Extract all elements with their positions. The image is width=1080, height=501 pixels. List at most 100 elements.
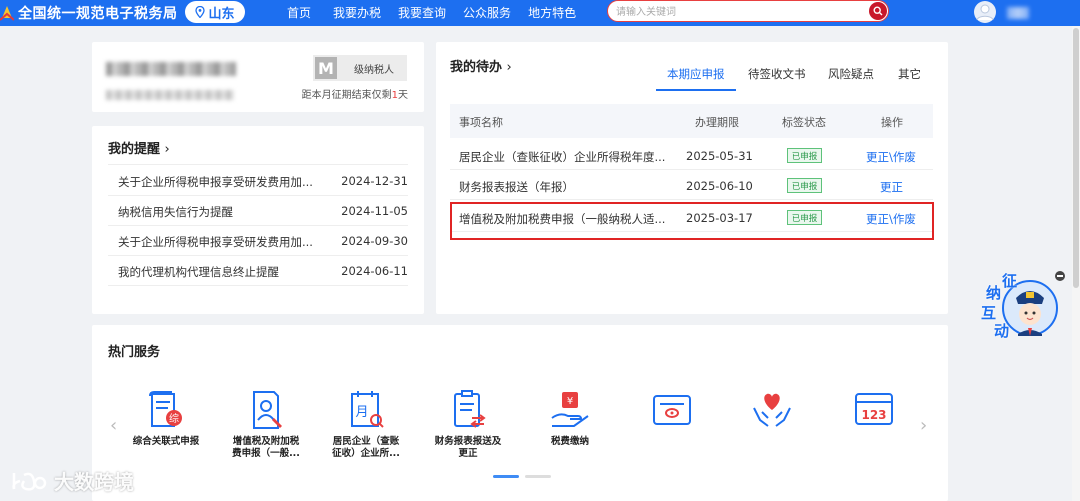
tax-emblem-icon (0, 6, 14, 21)
hot-services-title: 热门服务 (108, 345, 161, 360)
service-comprehensive-declaration[interactable]: 综 综合关联式申报 (121, 388, 211, 448)
number-123-icon: 123 (855, 393, 893, 425)
service-label: 税费缴纳 (550, 436, 589, 447)
username-redacted[interactable] (1007, 7, 1029, 19)
id-card-icon (653, 395, 691, 425)
correct-void-link[interactable]: 更正\作废 (866, 149, 916, 165)
column-operation: 操作 (881, 116, 903, 129)
svg-text:123: 123 (861, 408, 886, 422)
svg-text:月: 月 (355, 405, 368, 420)
watermark-logo-icon (12, 472, 47, 491)
item-name: 财务报表报送（年报） (459, 180, 574, 194)
correct-link[interactable]: 更正 (880, 179, 903, 195)
reminder-item[interactable]: 关于企业所得税申报享受研发费用加... 2024-09-30 (108, 226, 408, 256)
service-corporate-income-tax[interactable]: 月 居民企业（查账 征收）企业所... (321, 388, 411, 460)
todo-title-text: 我的待办 (450, 60, 503, 75)
chevron-right-icon[interactable]: › (920, 415, 927, 436)
todo-table-header: 事项名称 办理期限 标签状态 操作 (450, 104, 933, 138)
carousel-dots (493, 475, 551, 478)
svg-text:综: 综 (169, 412, 179, 425)
deadline-suffix: 天 (398, 90, 408, 101)
site-title[interactable]: 全国统一规范电子税务局 (18, 3, 178, 23)
search-input[interactable] (616, 4, 856, 20)
reminder-title: 关于企业所得税申报享受研发费用加... (118, 235, 313, 249)
reminder-item[interactable]: 纳税信用失信行为提醒 2024-11-05 (108, 196, 408, 226)
item-deadline: 2025-05-31 (686, 149, 753, 163)
todo-card: 我的待办 › 本期应申报 待签收文书 风险疑点 其它 事项名称 办理期限 标签状… (436, 42, 948, 314)
divider (108, 164, 408, 165)
vat-declaration-icon (253, 391, 282, 429)
service-number[interactable]: 123 (829, 388, 919, 460)
main-nav: 首页 我要办税 我要查询 公众服务 地方特色 (287, 4, 576, 21)
nav-do-tax[interactable]: 我要办税 (333, 4, 381, 21)
carousel-dot[interactable] (493, 475, 519, 478)
tax-id-redacted (106, 90, 234, 100)
reminders-title[interactable]: 我的提醒 › (108, 138, 170, 157)
column-deadline: 办理期限 (695, 116, 739, 129)
tab-other[interactable]: 其它 (898, 66, 921, 90)
region-label: 山东 (208, 6, 235, 22)
close-icon[interactable] (1055, 271, 1065, 281)
comprehensive-declaration-icon: 综 (149, 391, 182, 427)
todo-title[interactable]: 我的待办 › (450, 56, 512, 75)
nav-local-feature[interactable]: 地方特色 (528, 4, 576, 21)
chevron-left-icon[interactable]: ‹ (110, 415, 117, 436)
credit-level-badge: M 级纳税人 (313, 55, 407, 81)
top-header: 全国统一规范电子税务局 山东 首页 我要办税 我要查询 公众服务 地方特色 (0, 0, 1080, 26)
region-selector[interactable]: 山东 (185, 1, 245, 23)
service-label-line2: 更正 (458, 448, 478, 459)
company-name-redacted (106, 62, 236, 76)
table-row[interactable]: 财务报表报送（年报） 2025-06-10 已申报 更正 (450, 170, 933, 200)
reminder-item[interactable]: 关于企业所得税申报享受研发费用加... 2024-12-31 (108, 166, 408, 196)
page-scrollbar[interactable] (1072, 26, 1080, 501)
reminder-title: 纳税信用失信行为提醒 (118, 205, 233, 219)
service-id-card[interactable] (627, 388, 717, 460)
scrollbar-thumb[interactable] (1073, 28, 1079, 288)
reminder-date: 2024-09-30 (341, 234, 408, 248)
table-row[interactable]: 居民企业（查账征收）企业所得税年度... 2025-05-31 已申报 更正\作… (450, 140, 933, 170)
chevron-right-icon: › (164, 142, 170, 157)
deadline-prefix: 距本月征期结束仅剩 (301, 90, 392, 101)
reminder-item[interactable]: 我的代理机构代理信息终止提醒 2024-06-11 (108, 256, 408, 286)
service-label: 居民企业（查账 (332, 436, 400, 447)
nav-home[interactable]: 首页 (287, 4, 311, 21)
carousel-dot[interactable] (525, 475, 551, 478)
corporate-income-tax-icon: 月 (351, 391, 384, 428)
interactive-assistant-widget[interactable]: 征 纳 互 动 (978, 270, 1060, 346)
reminder-date: 2024-12-31 (341, 174, 408, 188)
taxpayer-profile-card: M 级纳税人 距本月征期结束仅剩1天 (92, 42, 424, 112)
service-care[interactable] (727, 388, 817, 460)
tab-current-declaration[interactable]: 本期应申报 (656, 66, 735, 91)
reminders-title-text: 我的提醒 (108, 142, 161, 157)
care-service-icon (753, 393, 791, 427)
service-tax-payment[interactable]: ¥ 税费缴纳 (525, 388, 615, 448)
service-label-line2: 费申报（一般... (232, 448, 300, 459)
chevron-right-icon: › (506, 60, 512, 75)
service-label: 综合关联式申报 (132, 436, 200, 447)
nav-query[interactable]: 我要查询 (398, 4, 446, 21)
search-icon (873, 6, 883, 16)
assistant-char: 纳 (986, 284, 1002, 302)
nav-public-service[interactable]: 公众服务 (463, 4, 511, 21)
item-deadline: 2025-06-10 (686, 179, 753, 193)
hot-services-card: 热门服务 ‹ › 综 综合关联式申报 增值税及附加税 费申报（一般... 月 居… (92, 325, 948, 501)
assistant-char: 动 (994, 322, 1010, 340)
service-label: 增值税及附加税 (232, 436, 300, 447)
reminder-title: 关于企业所得税申报享受研发费用加... (118, 175, 313, 189)
filing-deadline-notice: 距本月征期结束仅剩1天 (302, 86, 408, 101)
highlight-annotation-box (450, 202, 934, 240)
column-item-name: 事项名称 (459, 116, 503, 129)
tab-pending-documents[interactable]: 待签收文书 (748, 66, 806, 90)
user-avatar-icon[interactable] (971, 0, 999, 24)
search-bar (607, 0, 889, 22)
assistant-char: 征 (1002, 272, 1018, 290)
service-label-line2: 征收）企业所... (332, 448, 400, 459)
location-pin-icon (195, 6, 206, 18)
search-button[interactable] (869, 2, 887, 20)
reminders-card: 我的提醒 › 关于企业所得税申报享受研发费用加... 2024-12-31 纳税… (92, 126, 424, 314)
financial-report-icon (454, 390, 486, 428)
service-vat-declaration[interactable]: 增值税及附加税 费申报（一般... (221, 388, 311, 460)
reminder-title: 我的代理机构代理信息终止提醒 (118, 265, 279, 279)
tab-risk-issues[interactable]: 风险疑点 (828, 66, 874, 90)
service-financial-report[interactable]: 财务报表报送及 更正 (423, 388, 513, 460)
